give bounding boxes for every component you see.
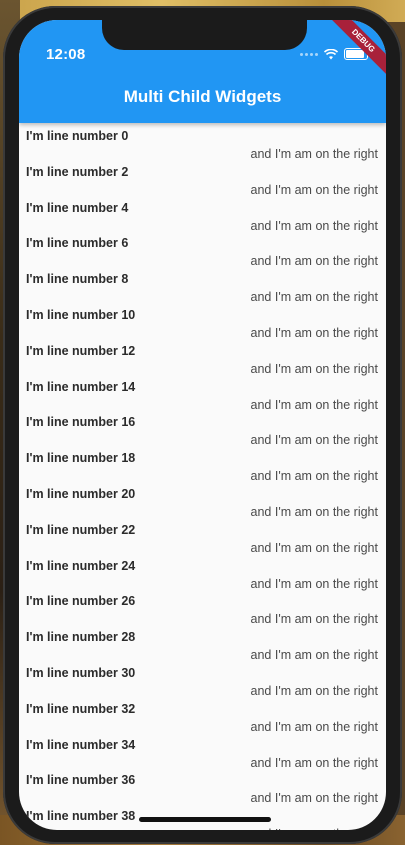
- line-label-left: I'm line number 32: [26, 701, 136, 716]
- line-label-left: I'm line number 6: [26, 236, 129, 251]
- list-item: I'm line number 34 and I'm am on the righ…: [19, 732, 386, 770]
- list-item: I'm line number 36 and I'm am on the righ…: [19, 767, 386, 805]
- line-label-left: I'm line number 38: [26, 809, 136, 824]
- signal-icon: [300, 52, 318, 56]
- line-label-left: I'm line number 30: [26, 665, 136, 680]
- line-label-left: I'm line number 20: [26, 486, 136, 501]
- line-list[interactable]: I'm line number 0 and I'm am on the right…: [19, 123, 386, 830]
- list-item: I'm line number 30 and I'm am on the righ…: [19, 660, 386, 698]
- list-item: I'm line number 2 and I'm am on the right: [19, 159, 386, 197]
- device-notch: [102, 20, 307, 50]
- line-label-left: I'm line number 16: [26, 415, 136, 430]
- list-item: I'm line number 20 and I'm am on the righ…: [19, 481, 386, 519]
- line-label-left: I'm line number 0: [26, 129, 129, 143]
- app-bar: 12:08 DEBUG Multi Child Widgets: [19, 20, 386, 123]
- line-label-left: I'm line number 34: [26, 737, 136, 752]
- phone-frame: 12:08 DEBUG Multi Child Widgets I'm line…: [3, 6, 402, 844]
- line-label-left: I'm line number 2: [26, 164, 129, 179]
- status-time: 12:08: [46, 46, 86, 63]
- list-item: I'm line number 6 and I'm am on the right: [19, 230, 386, 268]
- list-item: I'm line number 8 and I'm am on the right: [19, 266, 386, 304]
- status-icons: [300, 48, 368, 60]
- line-label-left: I'm line number 28: [26, 630, 136, 645]
- line-label-left: I'm line number 4: [26, 200, 129, 215]
- list-item: I'm line number 12 and I'm am on the righ…: [19, 338, 386, 376]
- list-item: I'm line number 4 and I'm am on the right: [19, 195, 386, 233]
- line-label-left: I'm line number 14: [26, 379, 136, 394]
- line-label-left: I'm line number 24: [26, 558, 136, 573]
- line-label-left: I'm line number 22: [26, 522, 136, 537]
- wifi-icon: [324, 48, 338, 59]
- list-item: I'm line number 22 and I'm am on the righ…: [19, 517, 386, 555]
- list-item: I'm line number 10 and I'm am on the righ…: [19, 302, 386, 340]
- list-item: I'm line number 14 and I'm am on the righ…: [19, 374, 386, 412]
- line-label-left: I'm line number 26: [26, 594, 136, 609]
- list-item: I'm line number 28 and I'm am on the righ…: [19, 624, 386, 662]
- line-label-left: I'm line number 8: [26, 272, 129, 287]
- phone-screen: 12:08 DEBUG Multi Child Widgets I'm line…: [19, 20, 386, 830]
- list-item: I'm line number 18 and I'm am on the righ…: [19, 445, 386, 483]
- list-item: I'm line number 26 and I'm am on the righ…: [19, 588, 386, 626]
- list-item: I'm line number 16 and I'm am on the righ…: [19, 409, 386, 447]
- line-label-left: I'm line number 36: [26, 773, 136, 788]
- list-item: I'm line number 0 and I'm am on the right: [19, 123, 386, 161]
- home-indicator[interactable]: [139, 817, 271, 822]
- line-label-left: I'm line number 18: [26, 451, 136, 466]
- line-label-left: I'm line number 10: [26, 307, 136, 322]
- page-title: Multi Child Widgets: [123, 87, 282, 106]
- line-label-left: I'm line number 12: [26, 343, 136, 358]
- list-item: I'm line number 24 and I'm am on the righ…: [19, 553, 386, 591]
- line-label-right: and I'm am on the right: [251, 827, 378, 830]
- list-item: I'm line number 32 and I'm am on the righ…: [19, 696, 386, 734]
